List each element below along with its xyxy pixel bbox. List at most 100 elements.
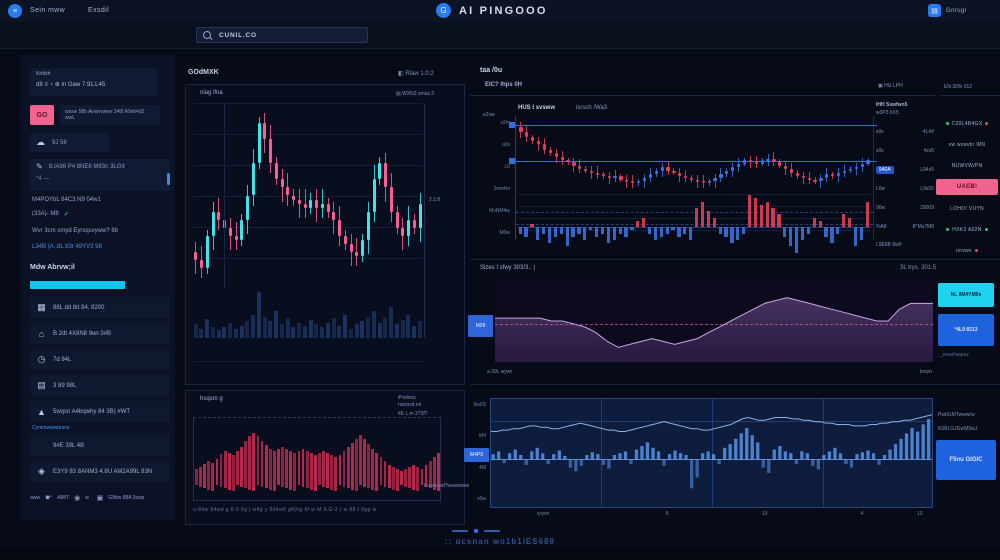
oscillator-bar: [306, 451, 309, 488]
area-left-tag[interactable]: M99: [468, 315, 493, 337]
histogram-bar: [724, 227, 727, 237]
search-box[interactable]: [196, 27, 368, 43]
stats-rows: s0s4L4#s0s4zs5940AL94s5L0wL9s5590w29009%…: [876, 122, 934, 236]
signal-candles[interactable]: [518, 118, 871, 192]
y-axis-label: L0: [504, 164, 510, 170]
search-input[interactable]: [217, 31, 341, 40]
stat-row[interactable]: L0wL9s55: [876, 179, 934, 198]
menu-item[interactable]: Exsdil: [88, 7, 109, 14]
candle: [813, 180, 816, 182]
sidebar-item[interactable]: ▦88L dd 8d 84. 8200: [30, 297, 170, 318]
area-footer-left: a 39L wywr: [487, 369, 512, 375]
stat-row[interactable]: 940AL94s5: [876, 160, 934, 179]
candle: [549, 150, 552, 154]
line-handle[interactable]: [509, 122, 515, 128]
volume-chart: [193, 292, 423, 338]
stat-row[interactable]: s0s4L4#: [876, 122, 934, 141]
record-icon[interactable]: ◉: [74, 494, 80, 502]
flow-chart-frame[interactable]: [490, 398, 933, 508]
volume-bar: [268, 321, 272, 338]
tool-card[interactable]: ✎ 8:/A98 P4 8NE8 M93n 3LG9 *4 —: [30, 159, 170, 191]
axis-line: [424, 103, 425, 338]
buy-button[interactable]: NL 8M4YM9s: [938, 283, 994, 307]
stat-row[interactable]: %A88^Ms7M8: [876, 217, 934, 236]
histogram-bar: [795, 227, 798, 253]
pointer-icon[interactable]: ☛: [45, 493, 52, 502]
candle: [866, 160, 869, 164]
flow-bar: [712, 454, 715, 459]
order-row[interactable]: nnvwv: [936, 243, 998, 258]
stat-key: %A8: [876, 224, 887, 230]
go-badge[interactable]: GO: [30, 105, 54, 125]
area-footer-right: trwyn: [920, 369, 932, 375]
candle: [678, 173, 681, 177]
candle: [525, 132, 528, 137]
sidebar-item-label: 9#E 39L 4B: [53, 443, 84, 449]
oscillator-chart[interactable]: [193, 417, 441, 501]
candle: [566, 160, 569, 162]
sidebar-item-label: 7d 94L: [53, 357, 71, 363]
sidebar-link[interactable]: L34B (A..8L 83r 49YV3 98: [32, 244, 102, 250]
app-logo-icon: G: [436, 3, 451, 18]
order-row[interactable]: LOHO! VUYN: [936, 201, 998, 216]
account-summary-card[interactable]: Krbfsh d8 ≡ ◔ ⊕ in Gaw 7:91.L45: [30, 68, 158, 96]
sidebar-item-label: E3Y9 83 8ANM3 4.8U AM2A99L 83N: [53, 469, 152, 475]
menu-icon[interactable]: ≡: [8, 4, 22, 18]
main-chart-toolbar[interactable]: ▤ WXN3 smsa 3: [396, 91, 434, 97]
layout-icon[interactable]: ◧: [398, 71, 404, 77]
volume-bar: [286, 319, 290, 338]
order-row[interactable]: sw wsavbr WN: [936, 137, 998, 152]
oscillator-bar: [355, 439, 358, 492]
candle: [684, 176, 687, 178]
oscillator-bar: [380, 457, 383, 485]
line-handle[interactable]: [509, 158, 515, 164]
footer-pager[interactable]: [452, 529, 500, 533]
flow-left-tag[interactable]: M4P9: [464, 448, 489, 462]
fund-button[interactable]: F5nu GIGIC: [936, 440, 996, 480]
right-meta-2: EN 30% 012: [944, 84, 972, 90]
sell-button[interactable]: UAEB!: [936, 179, 998, 195]
order-row[interactable]: C09L4B4GX: [936, 116, 998, 131]
candle: [378, 163, 381, 179]
sidebar-item-label: 3 89 98L: [53, 383, 76, 389]
sidebar-item[interactable]: ◷7d 94L: [30, 349, 170, 370]
sidebar-item[interactable]: ⌂B 2dt 4X8N8 9wr-3#B: [30, 323, 170, 344]
histogram-bar: [860, 227, 863, 240]
volume-bar: [291, 327, 295, 338]
histogram-bar: [624, 227, 627, 237]
account-label[interactable]: Gnrugl: [946, 8, 966, 14]
flow-chart: [491, 399, 932, 507]
volume-bar: [205, 319, 209, 338]
stats-column: IHH Sswfwn5 w3P3 bX5 s0s4L4#s0s4zs5940AL…: [876, 102, 934, 248]
order-row[interactable]: NUWVW/PN: [936, 158, 998, 173]
volume-bar: [395, 324, 399, 338]
badge-icon[interactable]: ▣: [97, 494, 104, 502]
sidebar-item[interactable]: ▲5wqsn A4bqwhy 84 3B) #WT: [30, 401, 170, 422]
menu-item[interactable]: Sein mww: [30, 7, 65, 14]
flow-bar: [497, 451, 500, 459]
flow-bar: [800, 451, 803, 459]
sidebar-item[interactable]: ▤3 89 98L: [30, 375, 170, 396]
stat-row[interactable]: s0s4zs5: [876, 141, 934, 160]
stat-row[interactable]: 90w29009: [876, 198, 934, 217]
volume-bar: [263, 317, 267, 338]
order-row[interactable]: HXK3 A02N: [936, 222, 998, 237]
histogram-bar: [707, 211, 710, 227]
scroll-indicator[interactable]: [167, 173, 170, 185]
histogram-bar: [660, 227, 663, 237]
stats-footer: L9E8B 8w9: [876, 242, 934, 248]
oscillator-bar: [388, 465, 391, 488]
stat-value: L9s55: [920, 186, 934, 192]
trade-button[interactable]: *4L9 8313: [938, 314, 994, 346]
area-chart-frame[interactable]: [495, 280, 933, 362]
histogram-bar: [701, 202, 704, 228]
sidebar-item[interactable]: ◈E3Y9 83 8ANM3 4.8U AM2A99L 83N: [30, 461, 170, 482]
account-icon[interactable]: ▤: [928, 4, 941, 17]
candle-wick: [750, 156, 751, 168]
sidebar-item[interactable]: 9#E 39L 4B: [30, 435, 170, 456]
cloud-row[interactable]: ☁ 9J 58: [30, 133, 110, 152]
grid-icon[interactable]: ▣: [878, 83, 883, 89]
candlestick-chart[interactable]: [193, 103, 423, 288]
oscillator-bar: [343, 451, 346, 487]
oscillator-bar: [293, 453, 296, 491]
